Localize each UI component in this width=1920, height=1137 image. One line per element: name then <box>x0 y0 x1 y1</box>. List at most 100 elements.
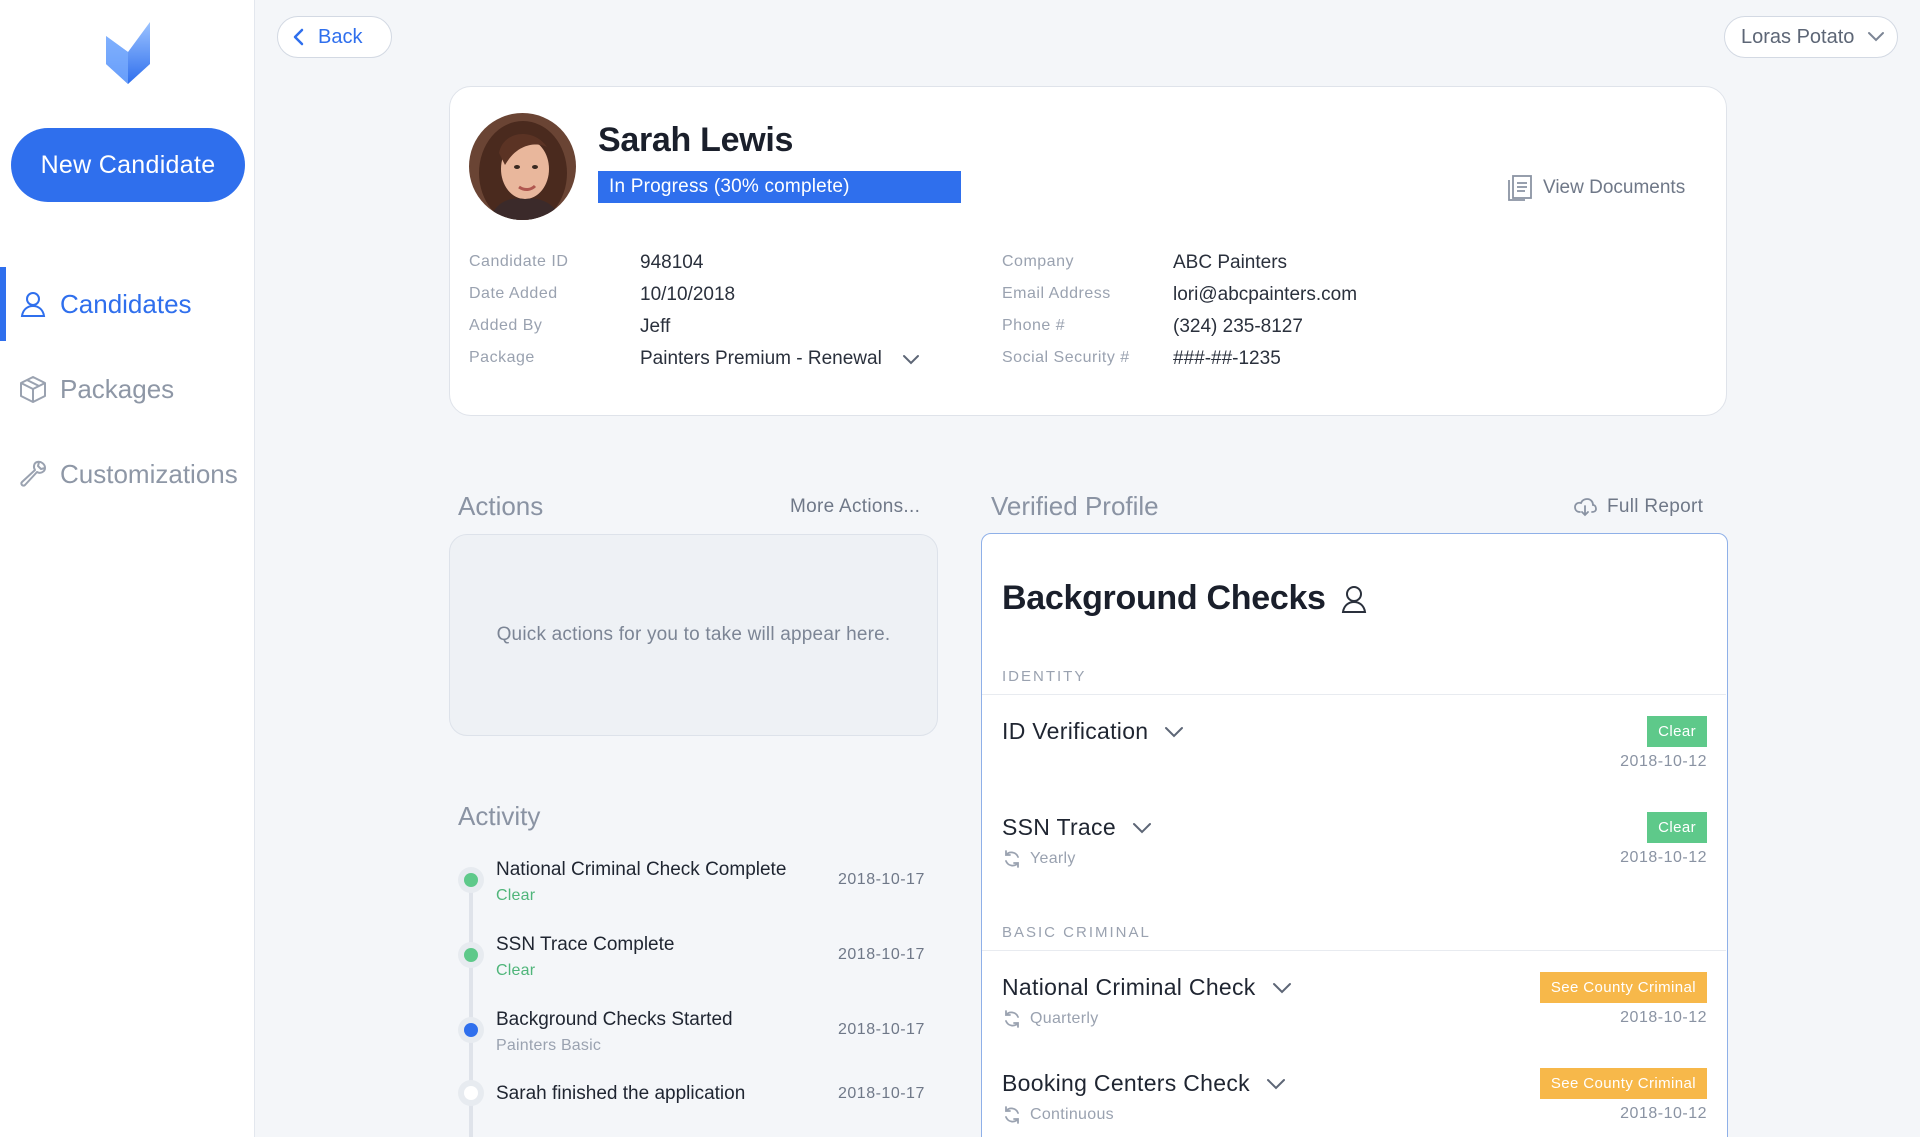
check-date: 2018-10-12 <box>1620 1105 1707 1122</box>
timeline-dot-inner <box>464 1086 478 1100</box>
app-logo[interactable] <box>104 22 152 86</box>
company-value: ABC Painters <box>1173 252 1288 273</box>
activity-sub-text: Clear <box>496 962 536 979</box>
activity-date: 2018-10-17 <box>838 1085 925 1102</box>
check-name: SSN Trace <box>1002 814 1116 840</box>
full-report-label: Full Report <box>1607 496 1704 517</box>
timeline-dot <box>458 942 484 968</box>
group-label-basic-criminal: BASIC CRIMINAL <box>1002 924 1151 941</box>
check-date: 2018-10-12 <box>1620 1009 1707 1026</box>
check-national-criminal[interactable]: National Criminal Check <box>1002 974 1292 1001</box>
refresh-icon <box>1005 1010 1019 1028</box>
chevron-down-icon[interactable] <box>902 354 920 366</box>
activity-title-text: Background Checks Started <box>496 1009 733 1030</box>
added-by-value: Jeff <box>640 316 671 337</box>
box-icon <box>18 374 48 404</box>
candidate-profile-card: Sarah Lewis In Progress (30% complete) V… <box>449 86 1727 416</box>
timeline-dot <box>458 1017 484 1043</box>
timeline-dot-inner <box>464 873 478 887</box>
cloud-download-icon <box>1574 498 1597 517</box>
status-badge: Clear <box>1647 812 1707 843</box>
check-name: ID Verification <box>1002 718 1149 744</box>
more-actions-link[interactable]: More Actions... <box>790 496 920 518</box>
refresh-icon <box>1005 850 1019 868</box>
actions-title: Actions <box>458 491 544 521</box>
ssn-value: ###-##-1235 <box>1173 348 1281 369</box>
new-candidate-button[interactable]: New Candidate <box>11 128 245 202</box>
check-frequency: Yearly <box>1002 849 1076 869</box>
check-frequency: Quarterly <box>1002 1009 1099 1029</box>
divider <box>982 694 1726 695</box>
check-ssn-trace[interactable]: SSN Trace <box>1002 814 1152 841</box>
package-label: Package <box>469 349 535 366</box>
frequency-label: Quarterly <box>1030 1010 1099 1027</box>
activity-title-text: SSN Trace Complete <box>496 934 675 955</box>
check-date: 2018-10-12 <box>1620 753 1707 770</box>
timeline-dot <box>458 1080 484 1106</box>
activity-sub-text: Clear <box>496 887 536 904</box>
check-id-verification[interactable]: ID Verification <box>1002 718 1184 745</box>
check-frequency: Continuous <box>1002 1105 1114 1125</box>
frequency-label: Yearly <box>1030 850 1076 867</box>
email-value: lori@abcpainters.com <box>1173 284 1358 305</box>
avatar <box>469 113 576 220</box>
status-badge: Clear <box>1647 716 1707 747</box>
timeline-dot-inner <box>464 1023 478 1037</box>
sidebar-item-packages[interactable]: Packages <box>0 352 255 426</box>
activity-title-text: National Criminal Check Complete <box>496 859 787 880</box>
wrench-icon <box>18 459 48 489</box>
package-select[interactable]: Painters Premium - Renewal <box>640 348 882 370</box>
view-documents-button[interactable]: View Documents <box>1507 174 1685 202</box>
activity-title-text: Sarah finished the application <box>496 1083 746 1104</box>
status-progress-bar: In Progress (30% complete) <box>598 171 961 203</box>
timeline-dot <box>458 867 484 893</box>
chevron-down-icon <box>1132 822 1151 833</box>
check-name: National Criminal Check <box>1002 974 1256 1000</box>
back-label: Back <box>318 25 363 48</box>
refresh-icon <box>1005 1106 1019 1124</box>
user-menu[interactable]: Loras Potato <box>1724 16 1898 58</box>
activity-date: 2018-10-17 <box>838 1021 925 1038</box>
activity-sub-text: Painters Basic <box>496 1037 602 1054</box>
activity-date: 2018-10-17 <box>838 946 925 963</box>
documents-icon <box>1508 175 1532 201</box>
sidebar-item-label: Customizations <box>60 458 238 489</box>
user-icon <box>18 289 48 319</box>
sidebar: New Candidate Candidates Packages Custom… <box>0 0 255 1137</box>
status-badge: See County Criminal <box>1539 972 1707 1003</box>
view-documents-label: View Documents <box>1543 177 1686 198</box>
actions-empty-state: Quick actions for you to take will appea… <box>449 534 938 736</box>
background-checks-card: Background Checks IDENTITY ID Verificati… <box>981 533 1728 1137</box>
activity-title: Activity <box>458 801 541 831</box>
full-report-link[interactable]: Full Report <box>1573 496 1703 518</box>
sidebar-item-label: Candidates <box>60 288 192 319</box>
sidebar-item-candidates[interactable]: Candidates <box>0 267 255 341</box>
background-checks-title: Background Checks <box>1002 579 1326 617</box>
user-icon <box>1341 585 1366 613</box>
email-label: Email Address <box>1002 285 1111 302</box>
status-text: In Progress (30% complete) <box>609 176 850 197</box>
chevron-down-icon <box>1165 726 1184 737</box>
user-name: Loras Potato <box>1741 25 1855 48</box>
sidebar-item-customizations[interactable]: Customizations <box>0 437 255 511</box>
check-booking-centers[interactable]: Booking Centers Check <box>1002 1070 1286 1097</box>
phone-value: (324) 235-8127 <box>1173 316 1303 337</box>
actions-empty-text: Quick actions for you to take will appea… <box>496 624 891 645</box>
group-label-identity: IDENTITY <box>1002 668 1087 685</box>
check-date: 2018-10-12 <box>1620 849 1707 866</box>
chevron-down-icon <box>1266 1078 1285 1089</box>
back-button[interactable]: Back <box>277 16 392 58</box>
company-label: Company <box>1002 253 1074 270</box>
check-name: Booking Centers Check <box>1002 1070 1250 1096</box>
chevron-down-icon <box>1868 32 1884 42</box>
divider <box>982 950 1726 951</box>
date-added-value: 10/10/2018 <box>640 284 736 305</box>
candidate-id-label: Candidate ID <box>469 253 569 270</box>
candidate-id-value: 948104 <box>640 252 704 273</box>
status-badge: See County Criminal <box>1539 1068 1707 1099</box>
activity-date: 2018-10-17 <box>838 871 925 888</box>
added-by-label: Added By <box>469 317 543 334</box>
ssn-label: Social Security # <box>1002 349 1130 366</box>
chevron-left-icon <box>293 28 304 46</box>
date-added-label: Date Added <box>469 285 558 302</box>
